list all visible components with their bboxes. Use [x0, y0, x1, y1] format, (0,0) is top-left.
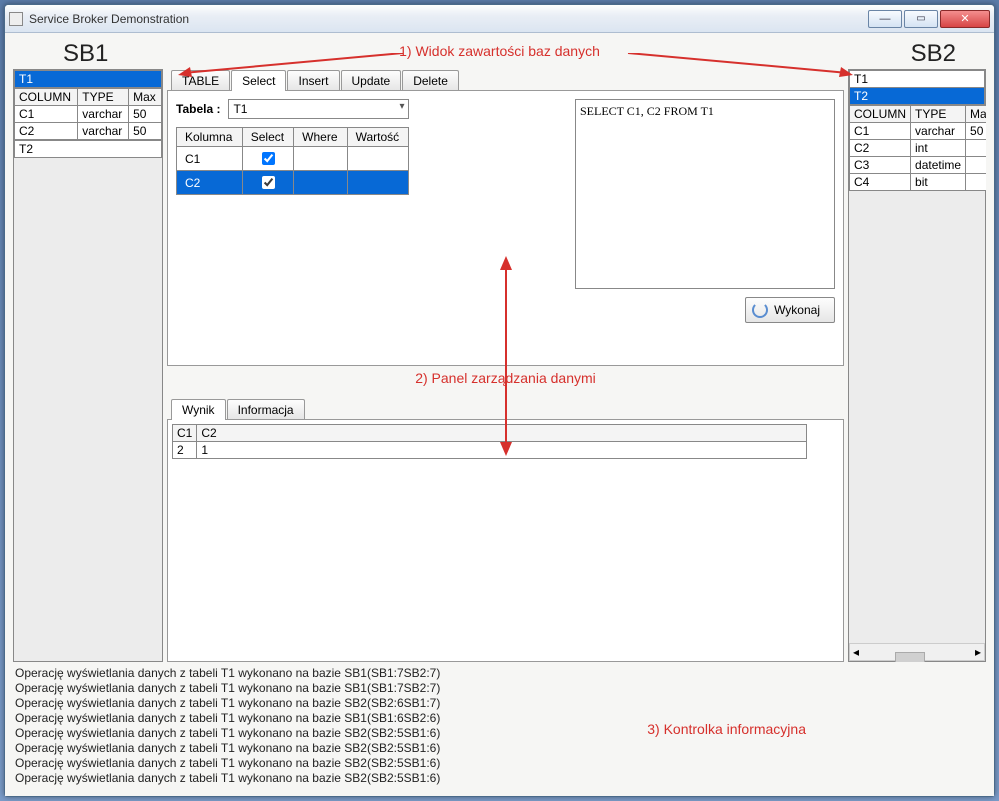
action-tabs: TABLE Select Insert Update Delete [167, 69, 844, 91]
sb1-heading: SB1 [63, 40, 108, 68]
colsel-row: C1 [177, 147, 409, 171]
log-line: Operację wyświetlania danych z tabeli T1… [15, 696, 984, 711]
columns-selection-grid: Kolumna Select Where Wartość C1 [176, 127, 409, 195]
sb1-col-header-column[interactable]: COLUMN [15, 89, 78, 106]
tab-select[interactable]: Select [231, 70, 286, 91]
sb2-col-row: C2int [850, 140, 987, 157]
colsel-row: C2 [177, 171, 409, 195]
titlebar[interactable]: Service Broker Demonstration — ▭ ✕ [5, 5, 994, 33]
tabela-combo[interactable] [228, 99, 409, 119]
log-line: Operację wyświetlania danych z tabeli T1… [15, 666, 984, 681]
sb1-table-list: T1 [14, 70, 162, 88]
spinner-icon [752, 302, 768, 318]
annotation-views: 1) Widok zawartości baz danych [399, 43, 600, 59]
sb2-panel: T1 T2 COLUMN TYPE Max C1varchar50 C2int … [848, 69, 986, 662]
tab-table[interactable]: TABLE [171, 70, 230, 90]
sb1-col-header-type[interactable]: TYPE [78, 89, 129, 106]
app-icon [9, 12, 23, 26]
sb1-table-item[interactable]: T1 [14, 70, 162, 88]
maximize-button[interactable]: ▭ [904, 10, 938, 28]
tab-wynik[interactable]: Wynik [171, 399, 226, 420]
colsel-header-kolumna[interactable]: Kolumna [177, 128, 243, 147]
tabela-label: Tabela : [176, 102, 220, 116]
colsel-header-select[interactable]: Select [242, 128, 293, 147]
sb2-col-header-type[interactable]: TYPE [911, 106, 966, 123]
annotation-log: 3) Kontrolka informacyjna [647, 722, 806, 737]
sb1-table-item[interactable]: T2 [14, 140, 162, 158]
sb2-col-row: C4bit [850, 174, 987, 191]
tab-delete[interactable]: Delete [402, 70, 459, 90]
sb2-table-item[interactable]: T2 [849, 88, 985, 105]
sb2-col-header-max[interactable]: Max [966, 106, 986, 123]
log-line: Operację wyświetlania danych z tabeli T1… [15, 771, 984, 786]
execute-button[interactable]: Wykonaj [745, 297, 835, 323]
sb1-panel: T1 COLUMN TYPE Max C1 varchar 50 C2 [13, 69, 163, 662]
sb2-col-row: C3datetime [850, 157, 987, 174]
execute-label: Wykonaj [774, 303, 820, 317]
sb2-heading: SB2 [911, 40, 956, 68]
app-window: Service Broker Demonstration — ▭ ✕ SB1 1… [4, 4, 995, 797]
sql-preview[interactable]: SELECT C1, C2 FROM T1 [575, 99, 835, 289]
colsel-header-wartosc[interactable]: Wartość [347, 128, 409, 147]
colsel-select-checkbox[interactable] [262, 152, 275, 165]
minimize-button[interactable]: — [868, 10, 902, 28]
log-line: Operację wyświetlania danych z tabeli T1… [15, 726, 984, 741]
log-line: Operację wyświetlania danych z tabeli T1… [15, 711, 984, 726]
tab-informacja[interactable]: Informacja [227, 399, 305, 419]
log-line: Operację wyświetlania danych z tabeli T1… [15, 681, 984, 696]
annotation-panel: 2) Panel zarządzania danymi [167, 370, 844, 386]
sb2-columns-grid: COLUMN TYPE Max C1varchar50 C2int C3date… [849, 105, 986, 191]
sb2-hscrollbar[interactable]: ◂▸ [849, 643, 985, 661]
window-title: Service Broker Demonstration [29, 12, 868, 26]
sb2-col-row: C1varchar50 [850, 123, 987, 140]
sb1-col-row: C2 varchar 50 [15, 123, 162, 140]
sb1-columns-grid: COLUMN TYPE Max C1 varchar 50 C2 varchar… [14, 88, 162, 140]
result-col-header[interactable]: C1 [173, 425, 197, 442]
tab-insert[interactable]: Insert [287, 70, 339, 90]
result-row: 2 1 [173, 442, 807, 459]
result-grid-area: C1 C2 2 1 [167, 420, 844, 662]
result-tabs: Wynik Informacja [167, 398, 844, 420]
sb1-col-row: C1 varchar 50 [15, 106, 162, 123]
log-panel[interactable]: Operację wyświetlania danych z tabeli T1… [13, 662, 986, 792]
sb1-col-header-max[interactable]: Max [129, 89, 162, 106]
select-tab-content: Tabela : Kolumna Select Where Wartość [167, 91, 844, 366]
sb2-table-item[interactable]: T1 [849, 70, 985, 88]
sb1-table-list-rest: T2 [14, 140, 162, 158]
result-col-header[interactable]: C2 [197, 425, 807, 442]
result-grid: C1 C2 2 1 [172, 424, 807, 459]
log-line: Operację wyświetlania danych z tabeli T1… [15, 741, 984, 756]
colsel-select-checkbox[interactable] [262, 176, 275, 189]
colsel-header-where[interactable]: Where [294, 128, 347, 147]
close-button[interactable]: ✕ [940, 10, 990, 28]
sb2-table-list: T1 T2 [849, 70, 985, 105]
sb2-col-header-column[interactable]: COLUMN [850, 106, 911, 123]
tab-update[interactable]: Update [341, 70, 402, 90]
log-line: Operację wyświetlania danych z tabeli T1… [15, 756, 984, 771]
